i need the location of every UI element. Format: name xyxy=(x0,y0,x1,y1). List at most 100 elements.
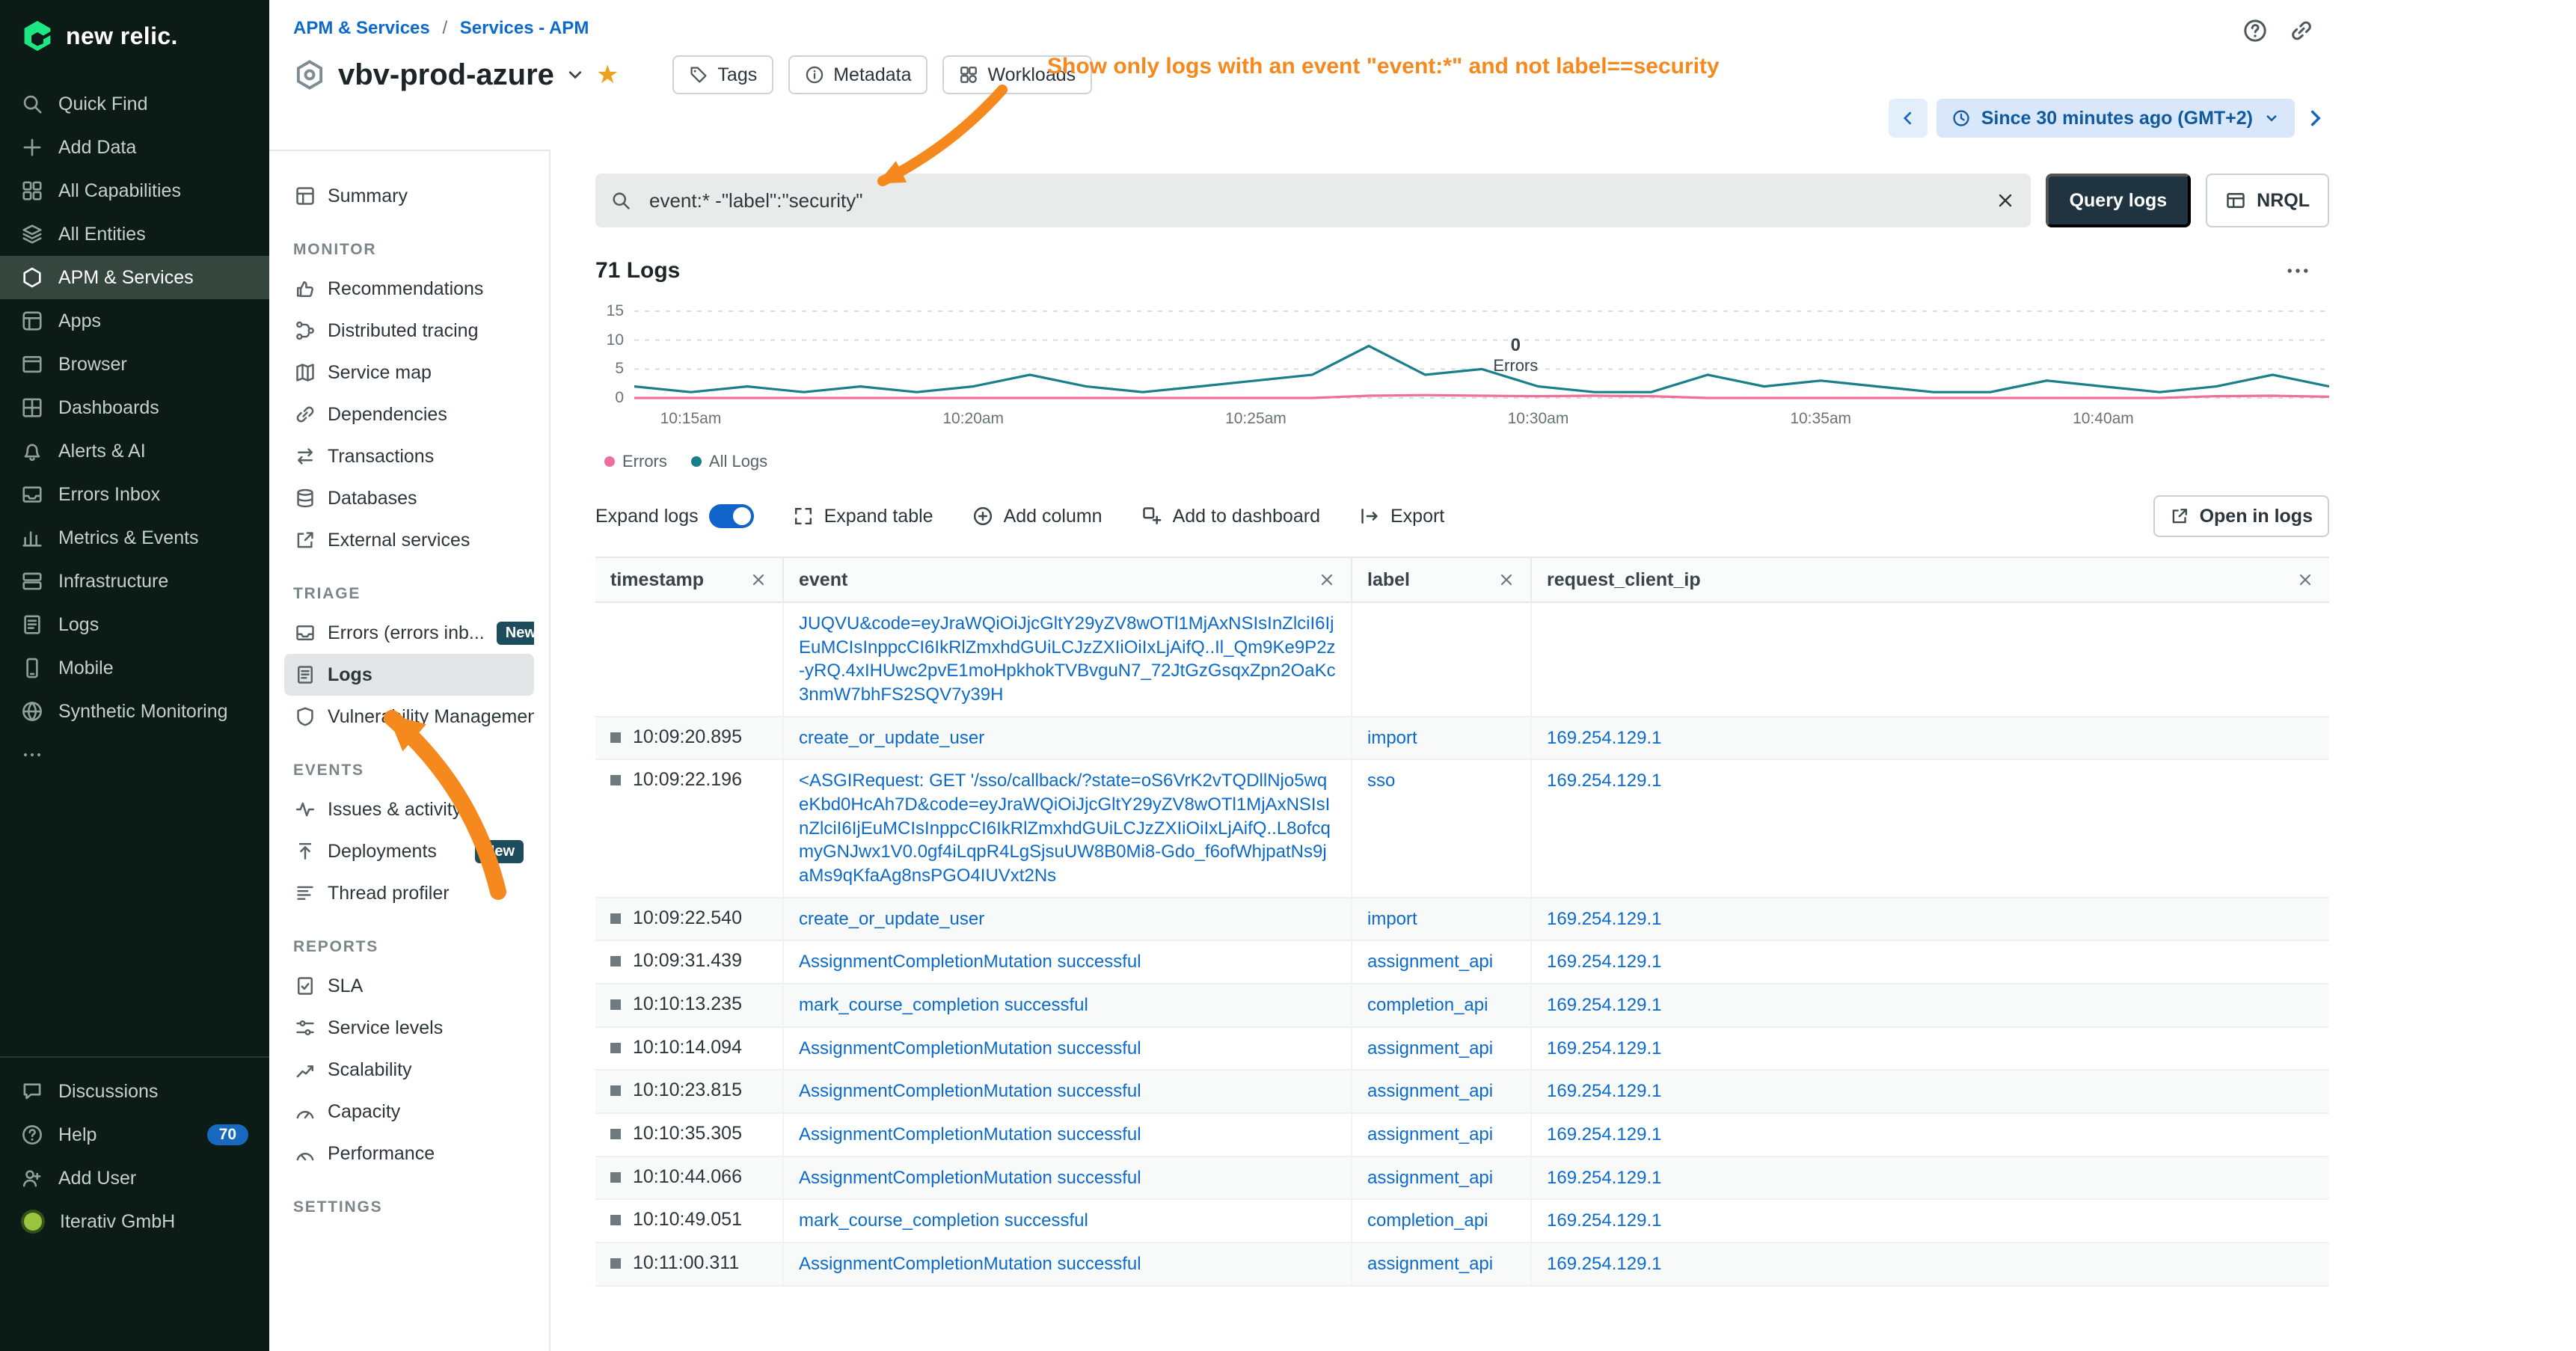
sidebar-item-all-capabilities[interactable]: All Capabilities xyxy=(0,169,269,212)
row-expand-icon[interactable] xyxy=(610,775,621,785)
sidebar-item-dashboards[interactable]: Dashboards xyxy=(0,386,269,429)
sidebar-item-discussions[interactable]: Discussions xyxy=(0,1070,269,1113)
row-expand-icon[interactable] xyxy=(610,1085,621,1096)
expand-table-button[interactable]: Expand table xyxy=(793,506,933,527)
ip-value-link[interactable]: 169.254.129.1 xyxy=(1547,1079,1661,1103)
ip-value-link[interactable]: 169.254.129.1 xyxy=(1547,1037,1661,1061)
label-value-link[interactable]: assignment_api xyxy=(1367,1166,1493,1190)
subnav-item-vulnerability-management[interactable]: Vulnerability Management xyxy=(284,696,534,738)
label-value-link[interactable]: import xyxy=(1367,907,1417,931)
event-value-link[interactable]: mark_course_completion successful xyxy=(799,1209,1088,1233)
column-header-event[interactable]: event xyxy=(784,558,1352,601)
legend-item-errors[interactable]: Errors xyxy=(604,452,667,471)
close-icon[interactable] xyxy=(1318,571,1336,589)
subnav-item-service-levels[interactable]: Service levels xyxy=(284,1007,534,1049)
ip-value-link[interactable]: 169.254.129.1 xyxy=(1547,1209,1661,1233)
ip-value-link[interactable]: 169.254.129.1 xyxy=(1547,769,1661,793)
add-to-dashboard-button[interactable]: Add to dashboard xyxy=(1141,506,1320,527)
subnav-item-thread-profiler[interactable]: Thread profiler xyxy=(284,872,534,914)
export-button[interactable]: Export xyxy=(1359,506,1444,527)
subnav-item-sla[interactable]: SLA xyxy=(284,965,534,1007)
event-value-link[interactable]: AssignmentCompletionMutation successful xyxy=(799,1166,1141,1190)
label-value-link[interactable]: import xyxy=(1367,726,1417,750)
row-expand-icon[interactable] xyxy=(610,999,621,1010)
event-value-link[interactable]: mark_course_completion successful xyxy=(799,993,1088,1017)
event-value-link[interactable]: AssignmentCompletionMutation successful xyxy=(799,1079,1141,1103)
expand-logs-control[interactable]: Expand logs xyxy=(595,504,754,528)
log-row[interactable]: 10:10:44.066 AssignmentCompletionMutatio… xyxy=(595,1157,2329,1201)
logs-query-input[interactable] xyxy=(595,189,2031,212)
sidebar-item-mobile[interactable]: Mobile xyxy=(0,646,269,690)
event-value-link[interactable]: AssignmentCompletionMutation successful xyxy=(799,950,1141,974)
sidebar-item-synthetic-monitoring[interactable]: Synthetic Monitoring xyxy=(0,690,269,733)
sidebar-item-apm-services[interactable]: APM & Services xyxy=(0,256,269,299)
row-expand-icon[interactable] xyxy=(610,732,621,743)
sidebar-item-more[interactable] xyxy=(0,733,269,776)
event-value-link[interactable]: JUQVU&code=eyJraWQiOiJjcGltY29yZV8wOTl1M… xyxy=(799,612,1336,707)
row-expand-icon[interactable] xyxy=(610,1129,621,1139)
ip-value-link[interactable]: 169.254.129.1 xyxy=(1547,726,1661,750)
sidebar-item-browser[interactable]: Browser xyxy=(0,343,269,386)
entity-caret-down-icon[interactable] xyxy=(566,66,584,84)
clear-query-icon[interactable] xyxy=(1995,190,2016,211)
label-value-link[interactable]: completion_api xyxy=(1367,1209,1488,1233)
subnav-item-scalability[interactable]: Scalability xyxy=(284,1049,534,1091)
sidebar-item-metrics-events[interactable]: Metrics & Events xyxy=(0,516,269,560)
label-value-link[interactable]: sso xyxy=(1367,769,1395,793)
ip-value-link[interactable]: 169.254.129.1 xyxy=(1547,950,1661,974)
breadcrumb-apm-services[interactable]: APM & Services xyxy=(293,18,430,38)
subnav-item-dependencies[interactable]: Dependencies xyxy=(284,393,534,435)
label-value-link[interactable]: assignment_api xyxy=(1367,1252,1493,1276)
metadata-button[interactable]: Metadata xyxy=(788,55,927,94)
event-value-link[interactable]: <ASGIRequest: GET '/sso/callback/?state=… xyxy=(799,769,1336,887)
open-in-logs-button[interactable]: Open in logs xyxy=(2153,495,2329,537)
column-header-timestamp[interactable]: timestamp xyxy=(595,558,784,601)
log-row[interactable]: 10:09:22.196 <ASGIRequest: GET '/sso/cal… xyxy=(595,760,2329,898)
subnav-item-summary[interactable]: Summary xyxy=(284,175,534,217)
more-options-icon[interactable] xyxy=(2284,257,2311,284)
column-header-request-client-ip[interactable]: request_client_ip xyxy=(1532,558,2329,601)
expand-logs-toggle[interactable] xyxy=(709,504,754,528)
subnav-item-databases[interactable]: Databases xyxy=(284,477,534,519)
ip-value-link[interactable]: 169.254.129.1 xyxy=(1547,993,1661,1017)
label-value-link[interactable]: completion_api xyxy=(1367,993,1488,1017)
sidebar-item-apps[interactable]: Apps xyxy=(0,299,269,343)
log-row[interactable]: 10:09:22.540 create_or_update_user impor… xyxy=(595,898,2329,942)
log-row[interactable]: 10:11:00.311 AssignmentCompletionMutatio… xyxy=(595,1243,2329,1287)
ip-value-link[interactable]: 169.254.129.1 xyxy=(1547,907,1661,931)
add-column-button[interactable]: Add column xyxy=(972,506,1103,527)
nrql-button[interactable]: NRQL xyxy=(2206,174,2329,227)
label-value-link[interactable]: assignment_api xyxy=(1367,1123,1493,1147)
subnav-item-service-map[interactable]: Service map xyxy=(284,352,534,393)
logs-query-bar[interactable] xyxy=(595,174,2031,227)
log-row[interactable]: 10:10:14.094 AssignmentCompletionMutatio… xyxy=(595,1028,2329,1071)
sidebar-item-add-user[interactable]: Add User xyxy=(0,1157,269,1200)
sidebar-item-iterativ-gmbh[interactable]: Iterativ GmbH xyxy=(0,1200,269,1243)
time-range-picker[interactable]: Since 30 minutes ago (GMT+2) xyxy=(1936,99,2295,138)
breadcrumb-services-apm[interactable]: Services - APM xyxy=(460,18,589,38)
subnav-item-performance[interactable]: Performance xyxy=(284,1133,534,1174)
row-expand-icon[interactable] xyxy=(610,1043,621,1053)
event-value-link[interactable]: AssignmentCompletionMutation successful xyxy=(799,1123,1141,1147)
workloads-button[interactable]: Workloads xyxy=(942,55,1092,94)
event-value-link[interactable]: create_or_update_user xyxy=(799,726,984,750)
subnav-item-deployments[interactable]: DeploymentsNew xyxy=(284,830,534,872)
subnav-item-transactions[interactable]: Transactions xyxy=(284,435,534,477)
subnav-item-distributed-tracing[interactable]: Distributed tracing xyxy=(284,310,534,352)
sidebar-item-errors-inbox[interactable]: Errors Inbox xyxy=(0,473,269,516)
ip-value-link[interactable]: 169.254.129.1 xyxy=(1547,1166,1661,1190)
label-value-link[interactable]: assignment_api xyxy=(1367,1037,1493,1061)
sidebar-item-add-data[interactable]: Add Data xyxy=(0,126,269,169)
log-row[interactable]: 10:10:23.815 AssignmentCompletionMutatio… xyxy=(595,1070,2329,1114)
time-forward-button[interactable] xyxy=(2304,107,2326,129)
subnav-item-issues-activity[interactable]: Issues & activity xyxy=(284,788,534,830)
sidebar-item-help[interactable]: Help70 xyxy=(0,1113,269,1157)
subnav-item-capacity[interactable]: Capacity xyxy=(284,1091,534,1133)
subnav-item-recommendations[interactable]: Recommendations xyxy=(284,268,534,310)
subnav-item-logs[interactable]: Logs xyxy=(284,654,534,696)
help-circle-icon[interactable] xyxy=(2242,18,2268,43)
sidebar-item-alerts-ai[interactable]: Alerts & AI xyxy=(0,429,269,473)
sidebar-item-quick-find[interactable]: Quick Find xyxy=(0,82,269,126)
log-row[interactable]: 10:10:49.051 mark_course_completion succ… xyxy=(595,1200,2329,1243)
chart-plot-area[interactable]: 0Errors xyxy=(634,302,2329,410)
